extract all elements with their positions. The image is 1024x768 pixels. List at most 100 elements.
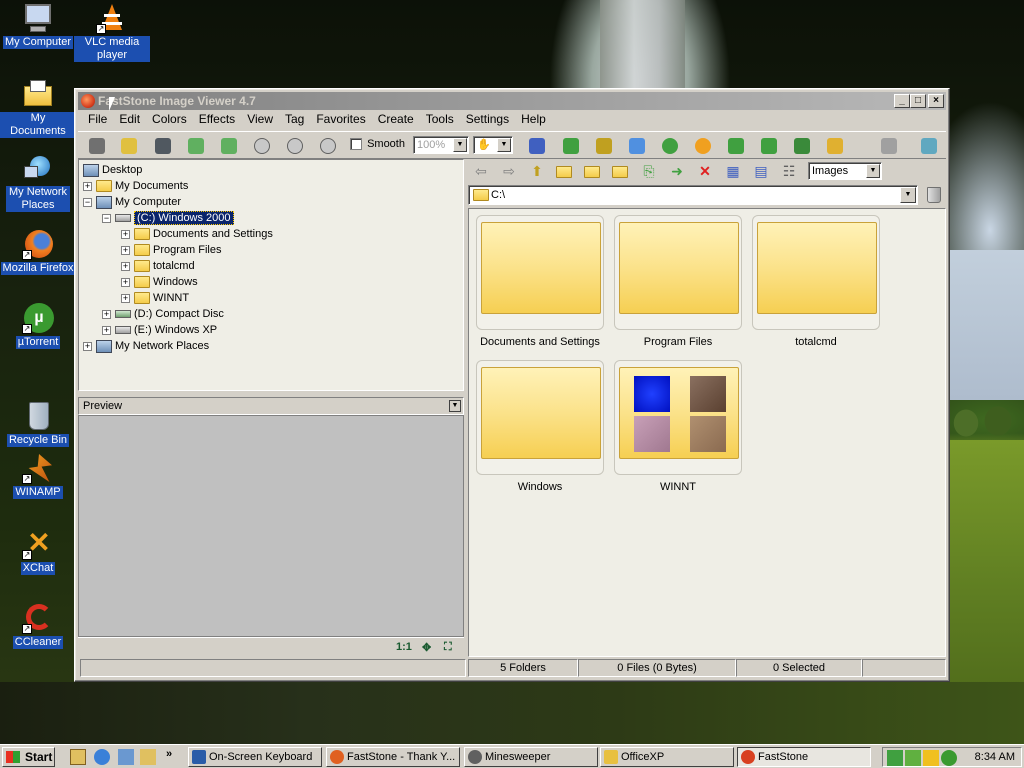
desktop-icon-ccleaner[interactable]: ↗ CCleaner bbox=[0, 602, 76, 649]
tree-item-documents-and-settings[interactable]: + Documents and Settings bbox=[121, 226, 273, 242]
refresh-folder-button[interactable] bbox=[556, 162, 574, 180]
full-screen-icon[interactable]: ⛶ bbox=[444, 641, 452, 654]
desktop-icon-firefox[interactable]: ↗ Mozilla Firefox bbox=[0, 228, 76, 275]
menu-help[interactable]: Help bbox=[515, 111, 552, 128]
chevron-down-icon[interactable]: ▼ bbox=[453, 138, 467, 152]
expand-icon[interactable]: + bbox=[121, 293, 130, 303]
favorite-folder-button[interactable] bbox=[584, 162, 602, 180]
forward-button[interactable]: ⇨ bbox=[500, 162, 518, 180]
chevron-down-icon[interactable]: ▼ bbox=[449, 400, 461, 412]
zoom-select[interactable]: 100% ▼ bbox=[413, 136, 469, 154]
chevron-down-icon[interactable]: ▼ bbox=[900, 187, 916, 203]
minimize-button[interactable]: _ bbox=[894, 94, 910, 108]
menu-effects[interactable]: Effects bbox=[193, 111, 241, 128]
task-faststone[interactable]: FastStone bbox=[737, 747, 871, 767]
tree-item-totalcmd[interactable]: + totalcmd bbox=[121, 258, 195, 274]
internet-explorer-icon[interactable] bbox=[94, 749, 110, 765]
desktop-icon-my-documents[interactable]: My Documents bbox=[0, 78, 76, 138]
desktop-icon-xchat[interactable]: ✕ ↗ XChat bbox=[0, 528, 76, 575]
copy-to-button[interactable]: ⎘ bbox=[640, 162, 658, 180]
expand-icon[interactable]: + bbox=[121, 229, 130, 239]
thumbnail-folder[interactable] bbox=[476, 215, 604, 330]
rotate-left-button[interactable] bbox=[725, 135, 747, 157]
thumbnails-view-icon[interactable]: ▦ bbox=[724, 162, 742, 180]
show-desktop-icon[interactable] bbox=[70, 749, 86, 765]
zoom-in-button[interactable] bbox=[251, 135, 273, 157]
menu-tag[interactable]: Tag bbox=[279, 111, 310, 128]
thumbnail-folder[interactable] bbox=[476, 360, 604, 475]
expand-icon[interactable]: + bbox=[121, 277, 130, 287]
tree-item-my-computer[interactable]: − My Computer bbox=[83, 194, 181, 210]
tree-item-drive-d[interactable]: + (D:) Compact Disc bbox=[102, 306, 224, 322]
pan-tool-select[interactable]: ✋ ▼ bbox=[473, 136, 513, 154]
collapse-icon[interactable]: − bbox=[83, 197, 92, 207]
chevron-down-icon[interactable]: ▼ bbox=[497, 138, 511, 152]
chevron-down-icon[interactable]: ▼ bbox=[866, 164, 880, 178]
list-view-icon[interactable]: ☷ bbox=[780, 162, 798, 180]
tree-item-program-files[interactable]: + Program Files bbox=[121, 242, 221, 258]
crop-button[interactable] bbox=[593, 135, 615, 157]
contact-sheet-button[interactable] bbox=[626, 135, 648, 157]
file-filter-select[interactable]: Images ▼ bbox=[808, 162, 882, 180]
path-combobox[interactable]: C:\ ▼ bbox=[468, 185, 918, 205]
tree-item-drive-e[interactable]: + (E:) Windows XP bbox=[102, 322, 217, 338]
start-button[interactable]: Start bbox=[2, 747, 55, 767]
outlook-express-icon[interactable] bbox=[118, 749, 134, 765]
tree-item-my-documents[interactable]: + My Documents bbox=[83, 178, 188, 194]
tree-item-network-places[interactable]: + My Network Places bbox=[83, 338, 209, 354]
slideshow-button[interactable] bbox=[526, 135, 548, 157]
desktop-icon-utorrent[interactable]: µ ↗ µTorrent bbox=[0, 302, 76, 349]
menu-edit[interactable]: Edit bbox=[113, 111, 146, 128]
task-minesweeper[interactable]: Minesweeper bbox=[464, 747, 598, 767]
layout-button[interactable] bbox=[878, 135, 908, 157]
tray-app-icon[interactable] bbox=[905, 750, 921, 766]
rotate-right-button[interactable] bbox=[758, 135, 780, 157]
actual-size-button[interactable]: 1:1 bbox=[396, 641, 412, 653]
new-folder-button[interactable] bbox=[612, 162, 630, 180]
clock[interactable]: 8:34 AM bbox=[975, 751, 1015, 763]
fullscreen-button[interactable] bbox=[918, 135, 940, 157]
menu-settings[interactable]: Settings bbox=[460, 111, 515, 128]
tray-utorrent-icon[interactable] bbox=[941, 750, 957, 766]
expand-icon[interactable]: + bbox=[102, 309, 111, 319]
smooth-checkbox[interactable]: Smooth bbox=[350, 138, 405, 151]
tray-app-icon[interactable] bbox=[887, 750, 903, 766]
collapse-icon[interactable]: − bbox=[102, 213, 111, 223]
back-button[interactable]: ⇦ bbox=[472, 162, 490, 180]
tree-item-windows[interactable]: + Windows bbox=[121, 274, 198, 290]
thumbnail-folder[interactable] bbox=[752, 215, 880, 330]
recycle-bin-button[interactable] bbox=[925, 186, 943, 204]
desktop-icon-vlc[interactable]: ↗ VLC media player bbox=[74, 2, 150, 62]
thumbnail-folder[interactable] bbox=[614, 360, 742, 475]
up-folder-button[interactable]: ⬆ bbox=[528, 162, 546, 180]
desktop-icon-my-computer[interactable]: My Computer bbox=[0, 2, 76, 49]
move-to-button[interactable]: ➜ bbox=[668, 162, 686, 180]
task-faststone-thank-you[interactable]: FastStone - Thank Y... bbox=[326, 747, 460, 767]
window-button[interactable] bbox=[824, 135, 846, 157]
task-on-screen-keyboard[interactable]: On-Screen Keyboard bbox=[188, 747, 322, 767]
thumbnail-folder[interactable] bbox=[614, 215, 742, 330]
expand-icon[interactable]: + bbox=[83, 341, 92, 351]
expand-icon[interactable]: + bbox=[121, 261, 130, 271]
tree-item-winnt[interactable]: + WINNT bbox=[121, 290, 189, 306]
previous-button[interactable] bbox=[185, 135, 207, 157]
menu-colors[interactable]: Colors bbox=[146, 111, 193, 128]
menu-create[interactable]: Create bbox=[372, 111, 420, 128]
quicklaunch-overflow-icon[interactable]: » bbox=[166, 748, 172, 760]
open-folder-button[interactable] bbox=[118, 135, 140, 157]
close-button[interactable]: × bbox=[928, 94, 944, 108]
window-titlebar[interactable]: FastStone Image Viewer 4.7 _ □ × bbox=[78, 92, 946, 110]
fit-window-icon[interactable]: ✥ bbox=[422, 641, 431, 654]
acquire-camera-button[interactable] bbox=[86, 135, 108, 157]
expand-icon[interactable]: + bbox=[121, 245, 130, 255]
search-icon[interactable] bbox=[140, 749, 156, 765]
maximize-button[interactable]: □ bbox=[910, 94, 926, 108]
menu-tools[interactable]: Tools bbox=[420, 111, 460, 128]
smooth-checkbox-box[interactable] bbox=[350, 138, 362, 151]
save-button[interactable] bbox=[152, 135, 174, 157]
tray-winamp-icon[interactable] bbox=[923, 750, 939, 766]
desktop-icon-winamp[interactable]: ↗ WINAMP bbox=[0, 452, 76, 499]
tree-item-drive-c[interactable]: − (C:) Windows 2000 bbox=[102, 210, 234, 226]
menu-favorites[interactable]: Favorites bbox=[310, 111, 371, 128]
next-button[interactable] bbox=[218, 135, 240, 157]
